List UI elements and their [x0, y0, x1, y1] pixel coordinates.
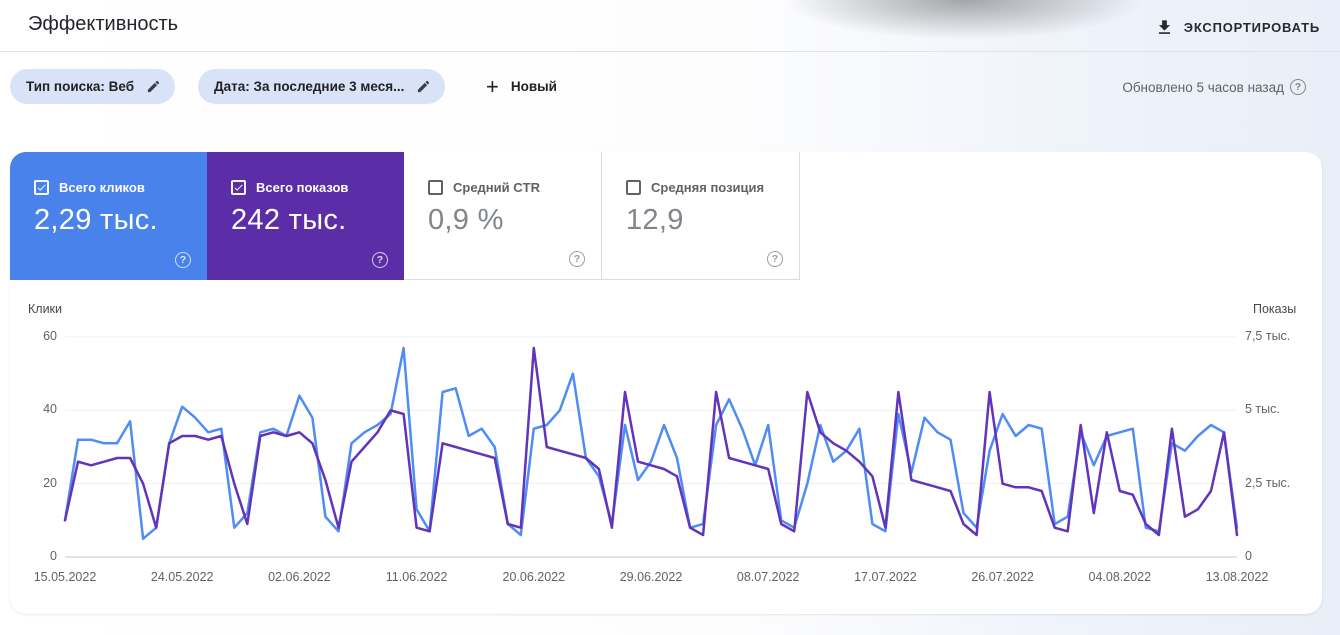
x-axis-tick: 15.05.2022 — [34, 570, 97, 584]
search-type-chip-label: Тип поиска: Веб — [26, 79, 134, 94]
last-updated-text: Обновлено 5 часов назад — [1122, 80, 1284, 95]
x-axis-tick: 13.08.2022 — [1206, 570, 1269, 584]
edit-pencil-icon — [416, 79, 431, 94]
clicks-line — [65, 348, 1237, 539]
edit-pencil-icon — [146, 79, 161, 94]
header-shadow-artifact — [700, 0, 1180, 58]
new-filter-button[interactable]: + Новый — [476, 69, 567, 104]
x-axis-tick: 04.08.2022 — [1089, 570, 1152, 584]
right-axis-tick: 0 — [1245, 549, 1252, 563]
export-button-label: ЭКСПОРТИРОВАТЬ — [1184, 20, 1320, 35]
x-axis-tick: 26.07.2022 — [971, 570, 1034, 584]
x-axis-tick: 20.06.2022 — [503, 570, 566, 584]
x-axis-tick: 17.07.2022 — [854, 570, 917, 584]
help-icon[interactable]: ? — [1290, 79, 1306, 95]
right-axis-tick: 7,5 тыс. — [1245, 329, 1290, 343]
page-title: Эффективность — [28, 13, 178, 36]
left-axis-tick: 40 — [10, 402, 57, 416]
date-chip-label: Дата: За последние 3 меся... — [214, 79, 404, 94]
last-updated-status: Обновлено 5 часов назад ? — [1122, 79, 1306, 95]
x-axis-tick: 29.06.2022 — [620, 570, 683, 584]
x-axis-tick: 11.06.2022 — [386, 570, 448, 584]
download-icon — [1155, 18, 1174, 37]
left-axis-tick: 20 — [10, 476, 57, 490]
search-type-filter-chip[interactable]: Тип поиска: Веб — [10, 69, 175, 104]
left-axis-tick: 60 — [10, 329, 57, 343]
x-axis-tick: 24.05.2022 — [151, 570, 214, 584]
export-button[interactable]: ЭКСПОРТИРОВАТЬ — [1147, 10, 1328, 44]
performance-panel: Всего кликов 2,29 тыс. ? Всего показов 2… — [10, 152, 1322, 614]
filter-bar: Тип поиска: Веб Дата: За последние 3 мес… — [0, 52, 1340, 120]
x-axis-tick: 08.07.2022 — [737, 570, 800, 584]
impressions-line — [65, 348, 1237, 535]
date-filter-chip[interactable]: Дата: За последние 3 меся... — [198, 69, 445, 104]
plus-icon: + — [486, 76, 499, 98]
page-header: Эффективность ЭКСПОРТИРОВАТЬ — [0, 0, 1340, 52]
x-axis-tick: 02.06.2022 — [268, 570, 331, 584]
right-axis-tick: 5 тыс. — [1245, 402, 1280, 416]
performance-line-chart[interactable] — [10, 152, 1322, 614]
new-filter-button-label: Новый — [511, 79, 557, 94]
right-axis-tick: 2,5 тыс. — [1245, 476, 1290, 490]
left-axis-tick: 0 — [10, 549, 57, 563]
